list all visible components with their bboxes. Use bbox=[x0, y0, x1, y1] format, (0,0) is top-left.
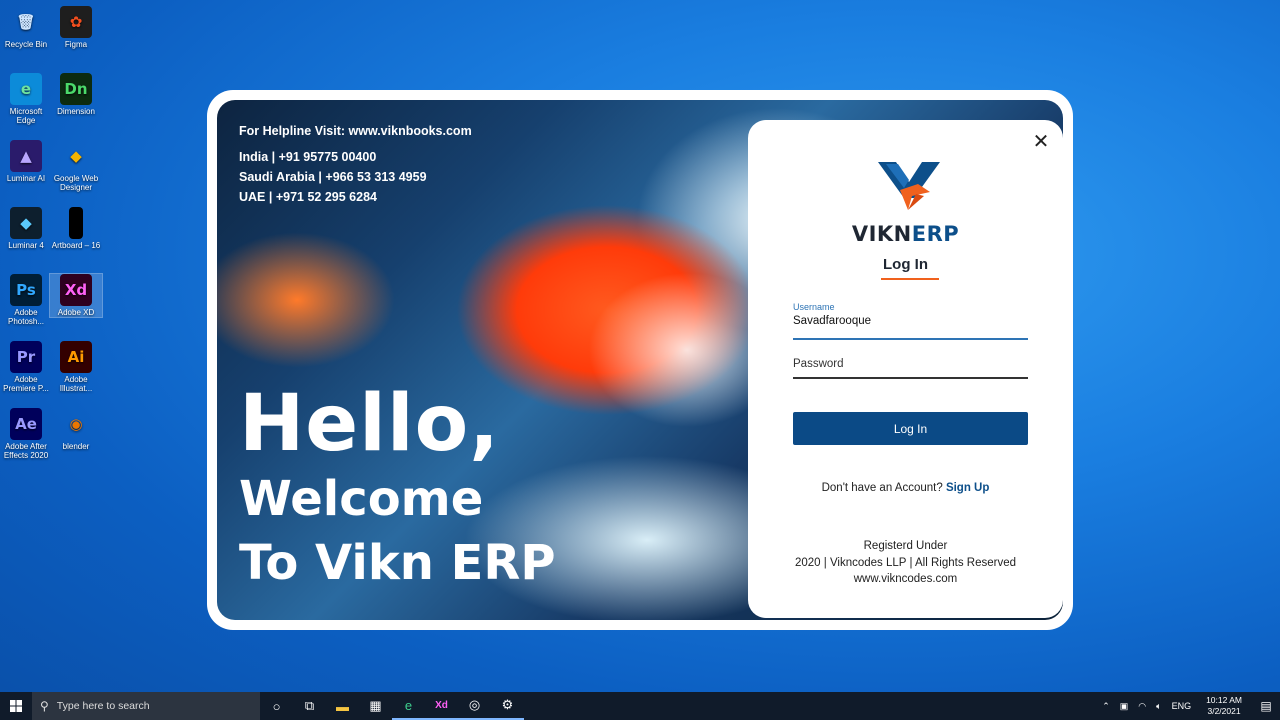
desktop-icon-label: Adobe XD bbox=[57, 308, 95, 317]
desktop-icon-label: Google Web Designer bbox=[53, 174, 99, 192]
desktop-icon[interactable]: ▲ Luminar AI bbox=[0, 140, 52, 183]
desktop-icon-label: Microsoft Edge bbox=[9, 107, 43, 125]
desktop-icon-label: blender bbox=[62, 442, 90, 451]
close-icon[interactable]: ✕ bbox=[1031, 132, 1051, 152]
saudi-phone: Saudi Arabia | +966 53 313 4959 bbox=[239, 170, 427, 184]
brand-part-vikn: VIKN bbox=[851, 222, 912, 246]
settings-icon[interactable]: ⚙ bbox=[491, 692, 524, 720]
desktop-icon[interactable]: Ae Adobe After Effects 2020 bbox=[0, 408, 52, 460]
desktop-icon-label: Adobe Illustrat... bbox=[59, 375, 93, 393]
title-underline bbox=[881, 278, 939, 280]
desktop-icon[interactable]: Xd Adobe XD bbox=[49, 273, 103, 318]
vikn-logo-icon bbox=[878, 162, 940, 210]
desktop-icon-label: Adobe After Effects 2020 bbox=[3, 442, 49, 460]
desktop-icon[interactable]: ◆ Google Web Designer bbox=[50, 140, 102, 192]
file-explorer-icon[interactable]: ▬ bbox=[326, 692, 359, 720]
login-window: For Helpline Visit: www.viknbooks.com In… bbox=[207, 90, 1073, 630]
device-icon[interactable]: ▣ bbox=[1115, 701, 1134, 712]
adobe-xd-icon: Xd bbox=[60, 274, 92, 306]
footer-line-2: 2020 | Vikncodes LLP | All Rights Reserv… bbox=[795, 556, 1016, 569]
taskbar-apps: ○ ⧉ ▬ ▦ e Xd ◎ ⚙ bbox=[260, 692, 524, 720]
after-effects-icon: Ae bbox=[10, 408, 42, 440]
start-button[interactable] bbox=[0, 692, 32, 720]
username-input[interactable]: Savadfarooque bbox=[793, 315, 1028, 327]
brand-part-erp: ERP bbox=[911, 222, 960, 246]
clock-date: 3/2/2021 bbox=[1207, 706, 1241, 716]
desktop-icon-label: Luminar AI bbox=[6, 174, 46, 183]
system-tray: ⌃ ▣ ◠ 🔈︎ ENG 10:12 AM 3/2/2021 ▤ bbox=[1097, 692, 1280, 720]
uae-phone: UAE | +971 52 295 6284 bbox=[239, 190, 377, 204]
registration-footer: Registerd Under 2020 | Vikncodes LLP | A… bbox=[748, 538, 1063, 588]
search-icon: ⚲ bbox=[40, 699, 49, 713]
clock[interactable]: 10:12 AM 3/2/2021 bbox=[1196, 695, 1252, 717]
username-field[interactable]: Username Savadfarooque bbox=[793, 302, 1028, 340]
brand-name: VIKNERP bbox=[748, 222, 1063, 246]
search-placeholder: Type here to search bbox=[56, 700, 150, 712]
login-button[interactable]: Log In bbox=[793, 412, 1028, 445]
app-icon[interactable]: ◎ bbox=[458, 692, 491, 720]
adobe-xd-icon[interactable]: Xd bbox=[425, 692, 458, 720]
desktop-icon[interactable]: e Microsoft Edge bbox=[0, 73, 52, 125]
volume-icon[interactable]: 🔈︎ bbox=[1151, 701, 1166, 712]
taskbar: ⚲ Type here to search ○ ⧉ ▬ ▦ e Xd ◎ ⚙ ⌃ ▣ ◠ 🔈︎… bbox=[0, 692, 1280, 720]
india-phone: India | +91 95775 00400 bbox=[239, 150, 377, 164]
desktop-icon-label: Recycle Bin bbox=[4, 40, 48, 49]
desktop-icon-label: Figma bbox=[64, 40, 88, 49]
username-label: Username bbox=[793, 302, 835, 312]
login-card: ✕ VIKNERP Log In Username Savadfarooque … bbox=[748, 120, 1063, 618]
signup-prompt: Don't have an Account? Sign Up bbox=[748, 482, 1063, 494]
password-field[interactable]: Password bbox=[793, 349, 1028, 379]
luminar-4-icon: ◆ bbox=[10, 207, 42, 239]
illustrator-icon: Ai bbox=[60, 341, 92, 373]
desktop-icon[interactable]: ◉ blender bbox=[50, 408, 102, 451]
clock-time: 10:12 AM bbox=[1206, 695, 1242, 705]
edge-icon[interactable]: e bbox=[392, 692, 425, 720]
helpline-info: For Helpline Visit: www.viknbooks.com In… bbox=[239, 124, 472, 210]
desktop-icon-label: Luminar 4 bbox=[8, 241, 44, 250]
desktop-icon-label: Adobe Photosh... bbox=[7, 308, 45, 326]
signup-link[interactable]: Sign Up bbox=[946, 482, 989, 494]
taskbar-search[interactable]: ⚲ Type here to search bbox=[32, 692, 260, 720]
luminar-ai-icon: ▲ bbox=[10, 140, 42, 172]
footer-line-1: Registerd Under bbox=[863, 540, 948, 552]
desktop-icon[interactable]: Ai Adobe Illustrat... bbox=[50, 341, 102, 393]
store-icon[interactable]: ▦ bbox=[359, 692, 392, 720]
task-view-icon[interactable]: ⧉ bbox=[293, 692, 326, 720]
blender-icon: ◉ bbox=[69, 414, 83, 433]
password-input[interactable]: Password bbox=[793, 358, 1028, 370]
to-vikn-text: To Vikn ERP bbox=[239, 535, 556, 591]
notification-icon[interactable]: ▤ bbox=[1252, 699, 1280, 713]
figma-icon: ✿ bbox=[60, 6, 92, 38]
desktop-icon[interactable]: Ps Adobe Photosh... bbox=[0, 274, 52, 326]
photoshop-icon: Ps bbox=[10, 274, 42, 306]
cortana-icon[interactable]: ○ bbox=[260, 692, 293, 720]
no-account-text: Don't have an Account? bbox=[821, 482, 943, 494]
login-title: Log In bbox=[883, 256, 928, 273]
artboard-icon bbox=[69, 207, 83, 239]
google-web-designer-icon: ◆ bbox=[70, 146, 82, 165]
chevron-up-icon[interactable]: ⌃ bbox=[1097, 701, 1115, 712]
language-indicator[interactable]: ENG bbox=[1167, 701, 1197, 711]
premiere-icon: Pr bbox=[10, 341, 42, 373]
desktop-icon-label: Dimension bbox=[57, 107, 95, 116]
edge-icon: e bbox=[10, 73, 42, 105]
desktop-icon-label: Adobe Premiere P... bbox=[3, 375, 49, 393]
welcome-heading: Hello, Welcome To Vikn ERP bbox=[239, 382, 556, 594]
network-icon[interactable]: ◠ bbox=[1133, 701, 1151, 712]
desktop-icon[interactable]: Pr Adobe Premiere P... bbox=[0, 341, 52, 393]
welcome-text: Welcome bbox=[239, 471, 484, 527]
desktop-icon[interactable]: ✿ Figma bbox=[50, 6, 102, 49]
hero-panel: For Helpline Visit: www.viknbooks.com In… bbox=[217, 100, 1063, 620]
desktop-icon[interactable]: Artboard – 16 bbox=[50, 207, 102, 250]
desktop-icon-label: Artboard – 16 bbox=[51, 241, 101, 250]
dimension-icon: Dn bbox=[60, 73, 92, 105]
windows-logo-icon bbox=[10, 700, 22, 712]
helpline-text: For Helpline Visit: www.viknbooks.com bbox=[239, 124, 472, 138]
desktop-icon[interactable]: Dn Dimension bbox=[50, 73, 102, 116]
desktop-icon[interactable]: 🗑 Recycle Bin bbox=[0, 6, 52, 49]
hello-text: Hello, bbox=[239, 379, 500, 469]
desktop-icon[interactable]: ◆ Luminar 4 bbox=[0, 207, 52, 250]
footer-line-3: www.vikncodes.com bbox=[853, 573, 958, 585]
recycle-bin-icon: 🗑 bbox=[16, 12, 36, 31]
